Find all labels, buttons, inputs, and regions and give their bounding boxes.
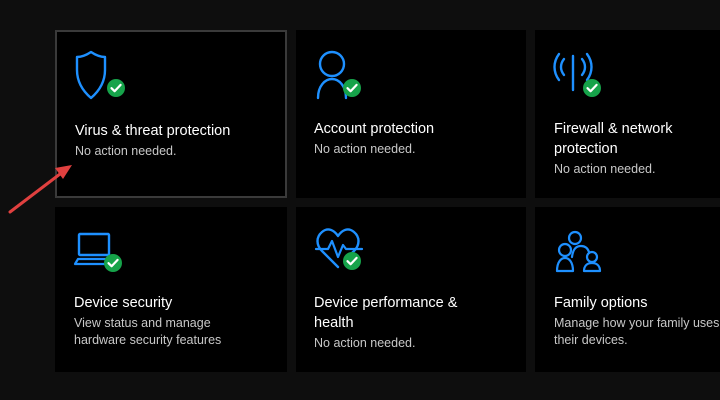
tile-device-security[interactable]: Device security View status and manage h… bbox=[55, 207, 287, 372]
check-badge-icon bbox=[106, 78, 126, 98]
tile-status: No action needed. bbox=[314, 336, 416, 350]
tile-title: Firewall & network protection bbox=[554, 121, 673, 157]
tile-firewall-network-protection[interactable]: Firewall & network protection No action … bbox=[535, 30, 720, 198]
tile-title: Account protection bbox=[314, 121, 435, 137]
security-dashboard: Virus & threat protection No action need… bbox=[0, 0, 720, 400]
tile-family-options[interactable]: Family options Manage how your family us… bbox=[535, 207, 720, 372]
check-badge-icon bbox=[582, 78, 602, 98]
tile-device-performance-health[interactable]: Device performance & health No action ne… bbox=[296, 207, 526, 372]
tile-description: Manage how your family uses their device… bbox=[554, 316, 720, 347]
tile-description: View status and manage hardware security… bbox=[74, 316, 222, 347]
tile-title: Device security bbox=[74, 295, 173, 311]
tile-title: Family options bbox=[554, 295, 648, 311]
tile-status: No action needed. bbox=[314, 142, 416, 156]
check-badge-icon bbox=[342, 78, 362, 98]
tile-virus-threat-protection[interactable]: Virus & threat protection No action need… bbox=[55, 30, 287, 198]
family-icon bbox=[555, 230, 619, 283]
tile-account-protection[interactable]: Account protection No action needed. bbox=[296, 30, 526, 198]
check-badge-icon bbox=[103, 253, 123, 273]
check-badge-icon bbox=[342, 251, 362, 271]
tile-status: No action needed. bbox=[75, 144, 177, 158]
tile-title: Device performance & health bbox=[314, 295, 458, 331]
tile-status: No action needed. bbox=[554, 162, 656, 176]
tile-title: Virus & threat protection bbox=[75, 123, 231, 139]
